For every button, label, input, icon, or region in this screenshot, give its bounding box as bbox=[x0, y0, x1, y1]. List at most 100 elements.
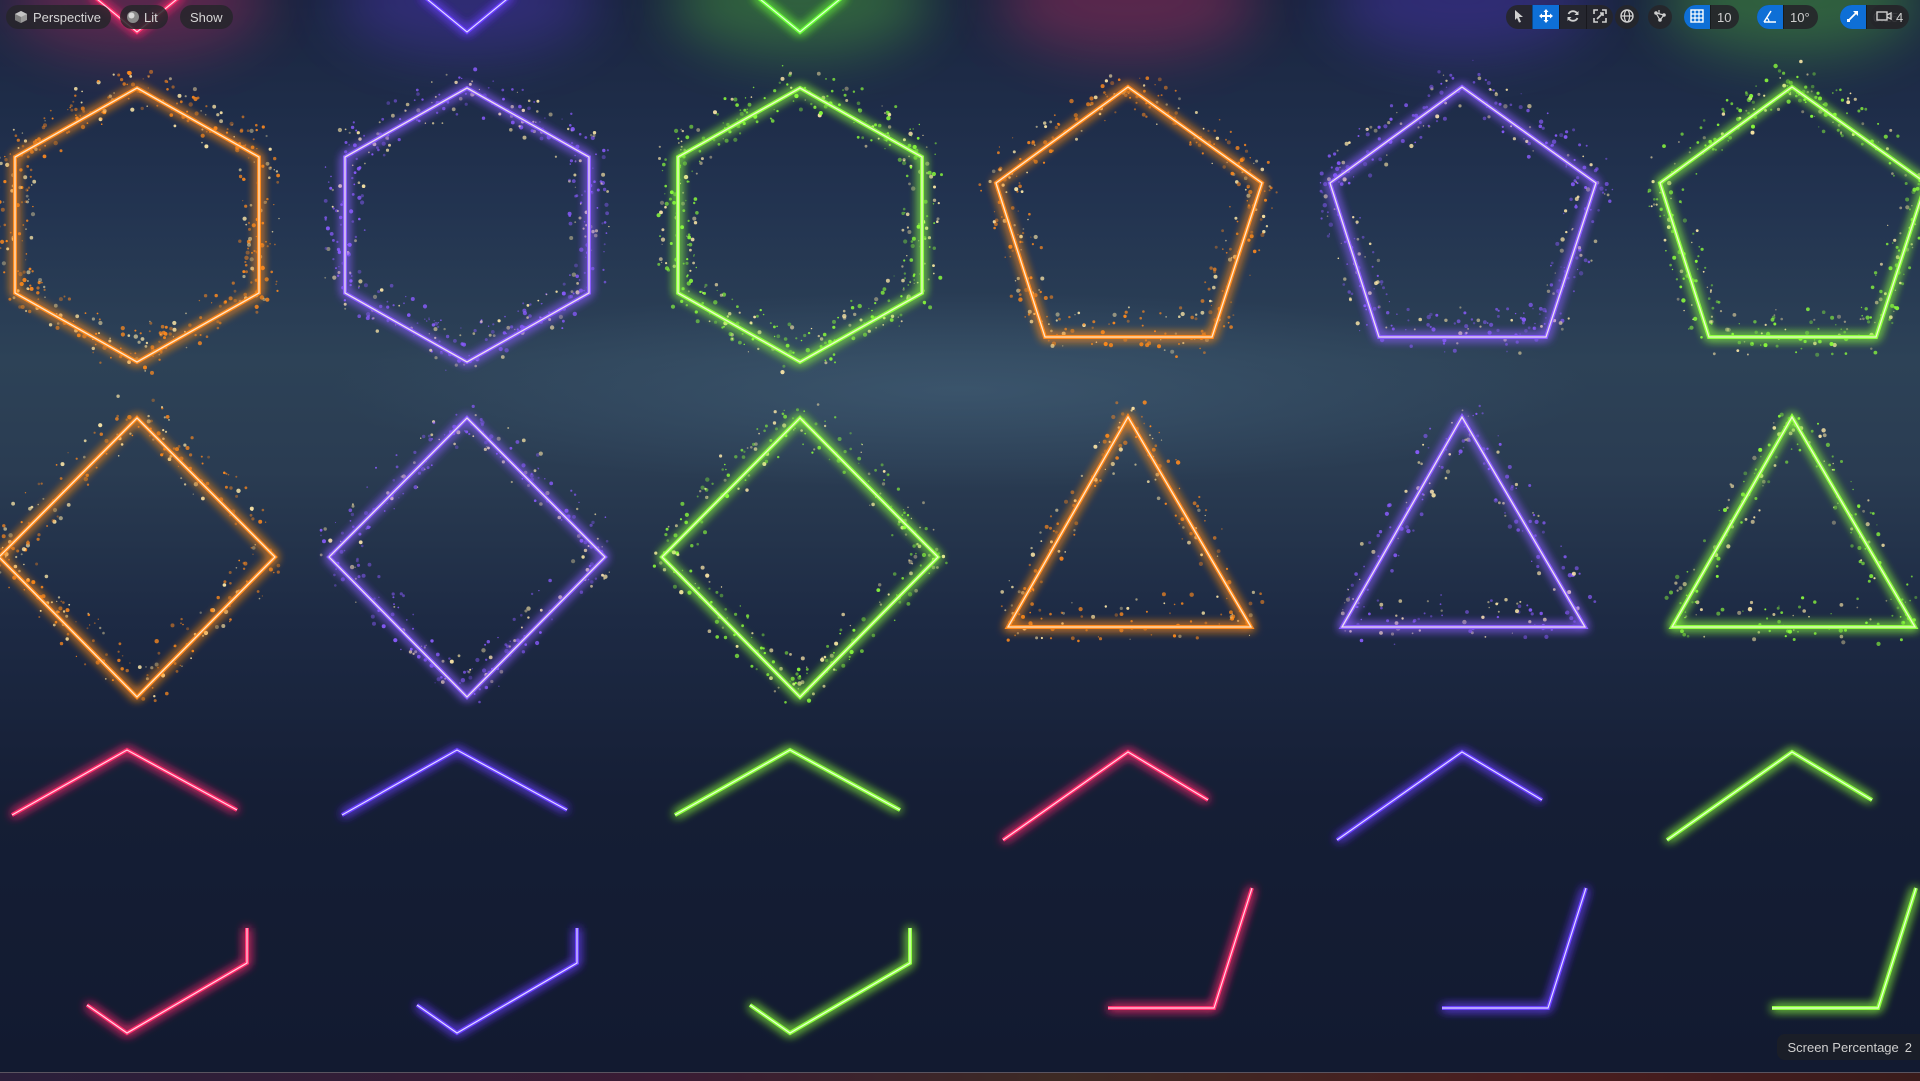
spark-particle bbox=[1684, 617, 1686, 619]
view-mode-lit-button[interactable]: Lit bbox=[120, 5, 168, 29]
move-tool-button[interactable] bbox=[1532, 5, 1559, 29]
spark-particle bbox=[1008, 245, 1012, 249]
spark-particle bbox=[1662, 144, 1666, 148]
spark-particle bbox=[696, 319, 700, 323]
spark-particle bbox=[545, 293, 547, 295]
spark-particle bbox=[1056, 319, 1058, 321]
spark-particle bbox=[1687, 635, 1690, 638]
camera-speed-button[interactable]: 4 bbox=[1870, 5, 1909, 29]
spark-particle bbox=[39, 149, 41, 151]
spark-particle bbox=[606, 232, 608, 234]
spark-particle bbox=[143, 78, 144, 79]
spark-particle bbox=[1361, 619, 1363, 621]
spark-particle bbox=[819, 111, 823, 115]
spark-particle bbox=[1518, 351, 1521, 354]
show-flags-button[interactable]: Show bbox=[180, 5, 233, 29]
scale-snap-toggle[interactable] bbox=[1840, 5, 1866, 29]
spark-particle bbox=[1011, 586, 1014, 589]
scale-tool-button[interactable] bbox=[1586, 5, 1613, 29]
spark-particle bbox=[1777, 108, 1780, 111]
spark-particle bbox=[64, 296, 66, 298]
spark-particle bbox=[682, 130, 684, 132]
spark-particle bbox=[747, 447, 749, 449]
spark-particle bbox=[1452, 77, 1455, 80]
spark-particle bbox=[1774, 314, 1776, 316]
spark-particle bbox=[845, 99, 848, 102]
spark-particle bbox=[269, 167, 272, 170]
perspective-button[interactable]: Perspective bbox=[6, 5, 111, 29]
grid-snap-toggle[interactable] bbox=[1684, 5, 1710, 29]
spark-particle bbox=[1446, 438, 1448, 440]
spark-particle bbox=[1441, 610, 1443, 612]
level-viewport[interactable]: Perspective Lit Show bbox=[0, 0, 1920, 1072]
spark-particle bbox=[230, 122, 234, 126]
spark-particle bbox=[1472, 60, 1473, 61]
shape-outline-glow bbox=[1337, 752, 1542, 840]
spark-particle bbox=[386, 306, 389, 309]
spark-particle bbox=[590, 580, 593, 583]
shape-outline-glow bbox=[1342, 417, 1585, 627]
shape-outline-glow bbox=[1008, 417, 1251, 627]
spark-particle bbox=[1721, 608, 1725, 612]
rotate-tool-button[interactable] bbox=[1559, 5, 1586, 29]
spark-particle bbox=[571, 290, 574, 293]
spark-particle bbox=[1323, 203, 1327, 207]
spark-particle bbox=[724, 97, 727, 100]
spark-particle bbox=[692, 217, 696, 221]
grid-snap-value[interactable]: 10 bbox=[1710, 5, 1739, 29]
spark-particle bbox=[1401, 139, 1405, 143]
spark-particle bbox=[328, 539, 332, 543]
spark-particle bbox=[506, 326, 510, 330]
spark-particle bbox=[180, 665, 181, 666]
spark-particle bbox=[834, 416, 836, 418]
spark-particle bbox=[178, 445, 181, 448]
spark-particle bbox=[1840, 603, 1844, 607]
spark-particle bbox=[837, 317, 839, 319]
spark-particle bbox=[235, 523, 238, 526]
spark-particle bbox=[387, 301, 389, 303]
spark-particle bbox=[1032, 243, 1034, 245]
surface-snap-button[interactable] bbox=[1648, 5, 1672, 29]
spark-particle bbox=[844, 450, 847, 453]
spark-particle bbox=[883, 287, 887, 291]
spark-particle bbox=[43, 155, 47, 159]
spark-particle bbox=[26, 541, 30, 545]
spark-particle bbox=[1487, 601, 1489, 603]
select-tool-button[interactable] bbox=[1506, 5, 1532, 29]
spark-particle bbox=[219, 119, 223, 123]
spark-particle bbox=[850, 300, 852, 302]
shape-outline-core bbox=[1108, 888, 1252, 1008]
spark-particle bbox=[1012, 250, 1014, 252]
spark-particle bbox=[1074, 521, 1078, 525]
spark-particle bbox=[1143, 400, 1147, 404]
world-local-toggle[interactable] bbox=[1615, 5, 1639, 29]
spark-particle bbox=[1429, 428, 1431, 430]
spark-particle bbox=[894, 105, 897, 108]
spark-particle bbox=[1021, 615, 1025, 619]
spark-particle bbox=[1733, 313, 1737, 317]
spark-particle bbox=[602, 149, 605, 152]
spark-particle bbox=[945, 562, 948, 565]
spark-particle bbox=[1823, 104, 1825, 106]
spark-particle bbox=[1362, 236, 1365, 239]
spark-particle bbox=[463, 671, 466, 674]
spark-particle bbox=[1755, 468, 1757, 470]
spark-particle bbox=[1769, 630, 1771, 632]
camera-speed-group[interactable]: 4 bbox=[1870, 5, 1909, 29]
spark-particle bbox=[56, 326, 60, 330]
spark-particle bbox=[522, 650, 525, 653]
show-label: Show bbox=[190, 10, 223, 25]
spark-particle bbox=[1780, 413, 1784, 417]
spark-particle bbox=[358, 181, 361, 184]
rotation-snap-toggle[interactable] bbox=[1757, 5, 1783, 29]
surface-snapping-toggle[interactable] bbox=[1648, 5, 1672, 29]
spark-particle bbox=[1225, 240, 1227, 242]
globe-button[interactable] bbox=[1615, 5, 1639, 29]
spark-particle bbox=[527, 484, 530, 487]
spark-particle bbox=[358, 285, 360, 287]
rotation-snap-value[interactable]: 10° bbox=[1783, 5, 1818, 29]
spark-particle bbox=[794, 427, 796, 429]
spark-particle bbox=[358, 270, 362, 274]
spark-particle bbox=[1537, 515, 1539, 517]
spark-particle bbox=[1900, 638, 1903, 641]
